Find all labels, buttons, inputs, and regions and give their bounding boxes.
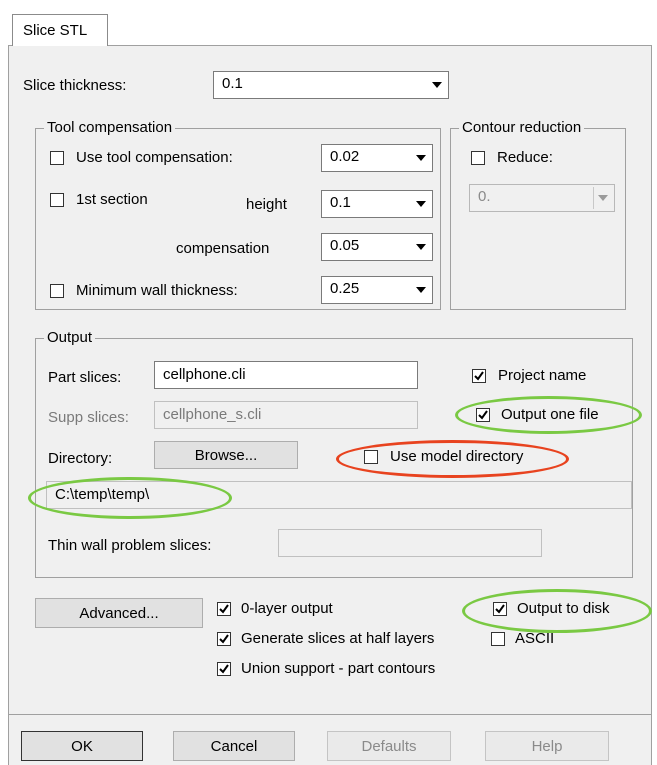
project-name-label: Project name bbox=[498, 367, 587, 384]
chevron-down-icon[interactable] bbox=[428, 74, 446, 96]
compensation-value: 0.05 bbox=[330, 237, 360, 254]
contour-reduction-group: Contour reduction Reduce: 0. bbox=[450, 119, 626, 310]
min-wall-thickness-value: 0.25 bbox=[330, 280, 360, 297]
thin-wall-input[interactable] bbox=[278, 529, 542, 557]
height-label: height bbox=[246, 196, 287, 213]
directory-path-value: C:\temp\temp\ bbox=[55, 486, 150, 503]
defaults-button[interactable]: Defaults bbox=[327, 731, 451, 761]
tool-compensation-title: Tool compensation bbox=[44, 119, 176, 137]
supp-slices-value: cellphone_s.cli bbox=[163, 406, 262, 423]
use-model-directory-checkbox[interactable] bbox=[364, 450, 378, 464]
checkmark-icon bbox=[219, 634, 229, 644]
supp-slices-input[interactable]: cellphone_s.cli bbox=[154, 401, 418, 429]
tab-slice-stl[interactable]: Slice STL bbox=[12, 14, 108, 46]
browse-button-label: Browse... bbox=[194, 446, 258, 464]
checkmark-icon bbox=[219, 604, 229, 614]
dialog-button-bar: OK Cancel Defaults Help bbox=[8, 715, 652, 765]
defaults-button-label: Defaults bbox=[361, 737, 417, 755]
tab-label: Slice STL bbox=[23, 22, 88, 39]
slice-thickness-value: 0.1 bbox=[222, 75, 243, 92]
half-layers-label: Generate slices at half layers bbox=[241, 630, 435, 647]
ascii-label: ASCII bbox=[515, 630, 555, 647]
reduce-checkbox[interactable] bbox=[471, 151, 485, 165]
cancel-button[interactable]: Cancel bbox=[173, 731, 295, 761]
advanced-button-label: Advanced... bbox=[79, 604, 159, 622]
union-support-label: Union support - part contours bbox=[241, 660, 436, 677]
min-wall-thickness-checkbox[interactable] bbox=[50, 284, 64, 298]
supp-slices-label: Supp slices: bbox=[48, 409, 129, 426]
output-one-file-checkbox[interactable] bbox=[476, 408, 490, 422]
slice-thickness-label: Slice thickness: bbox=[23, 77, 127, 94]
checkmark-icon bbox=[478, 410, 488, 420]
chevron-down-icon[interactable] bbox=[412, 147, 430, 169]
directory-path-field: C:\temp\temp\ bbox=[46, 481, 632, 509]
browse-button[interactable]: Browse... bbox=[154, 441, 298, 469]
checkmark-icon bbox=[219, 664, 229, 674]
thin-wall-label: Thin wall problem slices: bbox=[48, 537, 212, 554]
part-slices-label: Part slices: bbox=[48, 369, 122, 386]
use-tool-compensation-checkbox[interactable] bbox=[50, 151, 64, 165]
tool-compensation-group: Tool compensation Use tool compensation:… bbox=[35, 119, 441, 310]
ok-button[interactable]: OK bbox=[21, 731, 143, 761]
first-section-checkbox[interactable] bbox=[50, 193, 64, 207]
ok-button-label: OK bbox=[71, 737, 93, 755]
min-wall-thickness-label: Minimum wall thickness: bbox=[76, 282, 238, 299]
chevron-down-icon[interactable] bbox=[412, 279, 430, 301]
use-model-directory-label: Use model directory bbox=[390, 448, 524, 465]
tool-compensation-combo[interactable]: 0.02 bbox=[321, 144, 433, 172]
union-support-checkbox[interactable] bbox=[217, 662, 231, 676]
compensation-label: compensation bbox=[176, 240, 270, 257]
use-tool-compensation-label: Use tool compensation: bbox=[76, 149, 233, 166]
height-value: 0.1 bbox=[330, 194, 351, 211]
half-layers-checkbox[interactable] bbox=[217, 632, 231, 646]
first-section-label: 1st section bbox=[76, 191, 148, 208]
cancel-button-label: Cancel bbox=[210, 737, 258, 755]
output-to-disk-label: Output to disk bbox=[517, 600, 610, 617]
reduce-label: Reduce: bbox=[497, 149, 553, 166]
zero-layer-output-label: 0-layer output bbox=[241, 600, 333, 617]
ascii-checkbox[interactable] bbox=[491, 632, 505, 646]
directory-label: Directory: bbox=[48, 450, 113, 467]
height-combo[interactable]: 0.1 bbox=[321, 190, 433, 218]
slice-thickness-combo[interactable]: 0.1 bbox=[213, 71, 449, 99]
chevron-down-icon[interactable] bbox=[412, 193, 430, 215]
output-to-disk-checkbox[interactable] bbox=[493, 602, 507, 616]
chevron-down-icon[interactable] bbox=[412, 236, 430, 258]
compensation-combo[interactable]: 0.05 bbox=[321, 233, 433, 261]
tool-compensation-value: 0.02 bbox=[330, 148, 360, 165]
slice-stl-panel: Slice thickness: 0.1 Tool compensation U… bbox=[8, 45, 652, 715]
output-title: Output bbox=[44, 329, 96, 347]
help-button-label: Help bbox=[531, 737, 563, 755]
min-wall-thickness-combo[interactable]: 0.25 bbox=[321, 276, 433, 304]
chevron-down-icon[interactable] bbox=[593, 187, 612, 209]
help-button[interactable]: Help bbox=[485, 731, 609, 761]
output-group: Output Part slices: cellphone.cli Projec… bbox=[35, 329, 633, 578]
reduce-combo[interactable]: 0. bbox=[469, 184, 615, 212]
contour-reduction-title: Contour reduction bbox=[459, 119, 585, 137]
reduce-value: 0. bbox=[478, 188, 491, 205]
checkmark-icon bbox=[474, 371, 484, 381]
advanced-button[interactable]: Advanced... bbox=[35, 598, 203, 628]
part-slices-input[interactable]: cellphone.cli bbox=[154, 361, 418, 389]
project-name-checkbox[interactable] bbox=[472, 369, 486, 383]
checkmark-icon bbox=[495, 604, 505, 614]
zero-layer-output-checkbox[interactable] bbox=[217, 602, 231, 616]
output-one-file-label: Output one file bbox=[501, 406, 599, 423]
part-slices-value: cellphone.cli bbox=[163, 366, 246, 383]
